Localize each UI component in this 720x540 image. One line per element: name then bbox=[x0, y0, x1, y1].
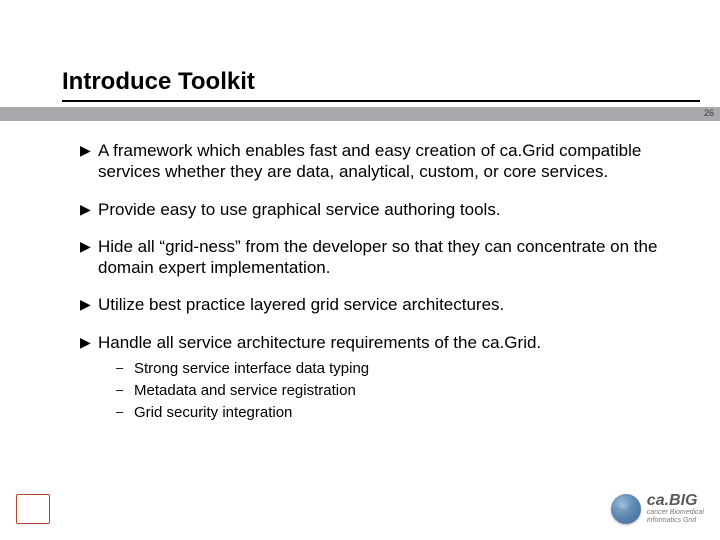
slide-title: Introduce Toolkit bbox=[62, 68, 700, 98]
nci-logo-icon bbox=[16, 494, 50, 524]
bullet-text: Hide all “grid-ness” from the developer … bbox=[98, 236, 680, 279]
bullet-text: Handle all service architecture requirem… bbox=[98, 332, 680, 353]
triangle-bullet-icon: ▶ bbox=[80, 236, 98, 256]
bullet-text: Provide easy to use graphical service au… bbox=[98, 199, 680, 220]
dash-bullet-icon: – bbox=[116, 403, 134, 421]
triangle-bullet-icon: ▶ bbox=[80, 199, 98, 219]
title-underline bbox=[62, 100, 700, 102]
dash-bullet-icon: – bbox=[116, 381, 134, 399]
bullet-text: Utilize best practice layered grid servi… bbox=[98, 294, 680, 315]
globe-icon bbox=[611, 494, 641, 524]
sub-bullet-text: Grid security integration bbox=[134, 403, 292, 423]
bullet-item: ▶ Utilize best practice layered grid ser… bbox=[80, 294, 680, 315]
page-number: 26 bbox=[704, 108, 714, 118]
sub-bullet-item: – Metadata and service registration bbox=[116, 381, 680, 401]
cabig-brand-main: ca.BIG bbox=[647, 493, 704, 509]
triangle-bullet-icon: ▶ bbox=[80, 332, 98, 352]
content-area: ▶ A framework which enables fast and eas… bbox=[80, 140, 680, 426]
bullet-text: A framework which enables fast and easy … bbox=[98, 140, 680, 183]
sub-list: – Strong service interface data typing –… bbox=[116, 359, 680, 424]
sub-bullet-item: – Strong service interface data typing bbox=[116, 359, 680, 379]
dash-bullet-icon: – bbox=[116, 359, 134, 377]
footer-right: ca.BIG cancer Biomedical Informatics Gri… bbox=[611, 493, 704, 524]
triangle-bullet-icon: ▶ bbox=[80, 140, 98, 160]
footer-left bbox=[16, 494, 50, 524]
cabig-brand-sub: Informatics Grid bbox=[647, 517, 704, 525]
bullet-item: ▶ Provide easy to use graphical service … bbox=[80, 199, 680, 220]
sub-bullet-text: Strong service interface data typing bbox=[134, 359, 369, 379]
bullet-item: ▶ Handle all service architecture requir… bbox=[80, 332, 680, 353]
bullet-item: ▶ A framework which enables fast and eas… bbox=[80, 140, 680, 183]
separator-bar: 26 bbox=[0, 107, 720, 121]
cabig-brand: ca.BIG cancer Biomedical Informatics Gri… bbox=[647, 493, 704, 524]
sub-bullet-item: – Grid security integration bbox=[116, 403, 680, 423]
cabig-brand-sub: cancer Biomedical bbox=[647, 509, 704, 517]
triangle-bullet-icon: ▶ bbox=[80, 294, 98, 314]
footer: ca.BIG cancer Biomedical Informatics Gri… bbox=[16, 488, 704, 530]
bullet-item: ▶ Hide all “grid-ness” from the develope… bbox=[80, 236, 680, 279]
sub-bullet-text: Metadata and service registration bbox=[134, 381, 356, 401]
